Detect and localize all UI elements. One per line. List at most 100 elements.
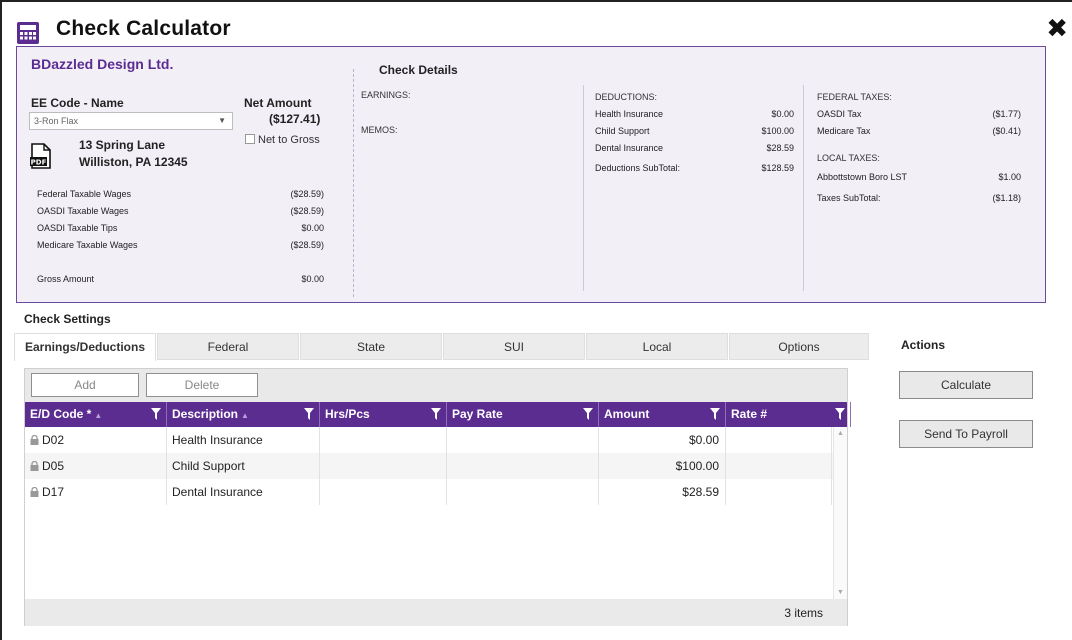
check-calculator-window: Check Calculator ✖ BDazzled Design Ltd. …: [0, 0, 1072, 640]
column-divider: [803, 85, 804, 291]
column-header-pay-rate[interactable]: Pay Rate: [447, 402, 599, 427]
cell-ed-code: D05: [25, 453, 167, 479]
local-tax-label: Abbottstown Boro LST: [817, 172, 908, 182]
wage-row: OASDI Taxable Wages ($28.59): [37, 204, 324, 221]
table-row[interactable]: D02 Health Insurance $0.00: [25, 427, 847, 453]
wage-row: Federal Taxable Wages ($28.59): [37, 187, 324, 204]
federal-tax-row: Medicare Tax ($0.41): [817, 124, 1021, 141]
taxable-wages-list: Federal Taxable Wages ($28.59) OASDI Taxa…: [37, 187, 324, 289]
filter-icon[interactable]: [151, 408, 161, 420]
svg-text:PDF: PDF: [31, 159, 47, 167]
filter-icon[interactable]: [304, 408, 314, 420]
ed-code-value: D02: [42, 433, 65, 447]
tab-state[interactable]: State: [300, 333, 442, 360]
cell-rate-no: [726, 453, 832, 479]
federal-tax-label: Medicare Tax: [817, 126, 871, 136]
panel-divider: [353, 69, 354, 297]
wage-row: Medicare Taxable Wages ($28.59): [37, 238, 324, 255]
column-header-label: Amount: [604, 407, 650, 421]
table-row[interactable]: D05 Child Support $100.00: [25, 453, 847, 479]
filter-icon[interactable]: [583, 408, 593, 420]
deductions-block: DEDUCTIONS: Health Insurance $0.00 Child …: [595, 90, 794, 178]
cell-amount: $100.00: [599, 453, 726, 479]
tab-earnings-deductions[interactable]: Earnings/Deductions: [14, 333, 156, 361]
net-to-gross-checkbox-row: Net to Gross: [245, 130, 325, 151]
local-tax-row: Abbottstown Boro LST $1.00: [817, 170, 1021, 187]
column-header-hrs-pcs[interactable]: Hrs/Pcs: [320, 402, 447, 427]
tab-options[interactable]: Options: [729, 333, 869, 360]
column-header-amount[interactable]: Amount: [599, 402, 726, 427]
ee-selected-value: 3-Ron Flax: [34, 116, 79, 126]
scroll-up-icon[interactable]: ▲: [837, 430, 844, 437]
deduction-row: Child Support $100.00: [595, 124, 794, 141]
earnings-deductions-grid: Add Delete E/D Code * ▲ Description ▲ Hrs/…: [24, 368, 851, 626]
column-header-description[interactable]: Description ▲: [167, 402, 320, 427]
wage-label: Medicare Taxable Wages: [37, 240, 138, 250]
deduction-label: Health Insurance: [595, 109, 664, 119]
tab-sui[interactable]: SUI: [443, 333, 585, 360]
lock-icon: [30, 435, 39, 445]
deduction-row: Dental Insurance $28.59: [595, 141, 794, 158]
employee-address: 13 Spring Lane Williston, PA 12345: [79, 137, 188, 171]
calculator-icon: [17, 22, 39, 44]
address-line2: Williston, PA 12345: [79, 155, 188, 169]
deduction-value: $28.59: [766, 143, 794, 153]
tab-federal[interactable]: Federal: [157, 333, 299, 360]
lock-icon: [30, 461, 39, 471]
item-count: 3 items: [784, 606, 823, 620]
ee-select-dropdown[interactable]: 3-Ron Flax ▼: [29, 112, 233, 130]
federal-tax-value: ($1.77): [992, 109, 1021, 119]
deductions-subtotal-value: $128.59: [761, 163, 794, 173]
table-row[interactable]: D17 Dental Insurance $28.59: [25, 479, 847, 505]
add-button[interactable]: Add: [31, 373, 139, 397]
wage-value: $0.00: [301, 223, 324, 233]
deductions-heading: DEDUCTIONS:: [595, 92, 658, 102]
net-amount-value: ($127.41): [269, 112, 321, 126]
column-header-rate-no[interactable]: Rate #: [726, 402, 851, 427]
local-taxes-heading: LOCAL TAXES:: [817, 153, 880, 163]
earnings-label: EARNINGS:: [361, 90, 411, 100]
cell-ed-code: D02: [25, 427, 167, 453]
delete-button[interactable]: Delete: [146, 373, 258, 397]
send-to-payroll-button[interactable]: Send To Payroll: [899, 420, 1033, 448]
grid-footer: 3 items: [25, 599, 847, 626]
local-tax-value: $1.00: [998, 172, 1021, 182]
column-header-label: Hrs/Pcs: [325, 407, 370, 421]
wage-value: ($28.59): [290, 240, 324, 250]
deductions-subtotal-row: Deductions SubTotal: $128.59: [595, 161, 794, 178]
cell-pay-rate: [447, 427, 599, 453]
deduction-row: Health Insurance $0.00: [595, 107, 794, 124]
federal-tax-label: OASDI Tax: [817, 109, 862, 119]
deduction-value: $0.00: [771, 109, 794, 119]
net-amount-label: Net Amount: [244, 96, 312, 110]
column-header-ed-code[interactable]: E/D Code * ▲: [25, 402, 167, 427]
actions-label: Actions: [901, 338, 946, 352]
grid-header: E/D Code * ▲ Description ▲ Hrs/Pcs Pay Rat…: [25, 402, 851, 427]
grid-scrollbar[interactable]: ▲ ▼: [833, 427, 847, 599]
gross-value: $0.00: [301, 274, 324, 284]
scroll-down-icon[interactable]: ▼: [837, 589, 844, 596]
net-to-gross-checkbox[interactable]: [245, 134, 255, 144]
pdf-icon[interactable]: PDF: [30, 143, 52, 169]
gross-label: Gross Amount: [37, 274, 95, 284]
federal-tax-value: ($0.41): [992, 126, 1021, 136]
memos-label: MEMOS:: [361, 125, 398, 135]
wage-label: OASDI Taxable Wages: [37, 206, 129, 216]
check-settings-title: Check Settings: [24, 312, 111, 326]
tab-local[interactable]: Local: [586, 333, 728, 360]
filter-icon[interactable]: [431, 408, 441, 420]
cell-ed-code: D17: [25, 479, 167, 505]
column-header-label: Description: [172, 407, 239, 421]
close-icon[interactable]: ✖: [1046, 15, 1068, 41]
cell-description: Health Insurance: [167, 427, 320, 453]
calculate-button[interactable]: Calculate: [899, 371, 1033, 399]
cell-rate-no: [726, 479, 832, 505]
deduction-label: Child Support: [595, 126, 650, 136]
sort-icon: ▲: [241, 411, 249, 420]
sort-icon: ▲: [94, 411, 103, 420]
filter-icon[interactable]: [835, 408, 845, 420]
check-summary-panel: BDazzled Design Ltd. EE Code - Name 3-Ro…: [16, 46, 1046, 303]
check-details-title: Check Details: [379, 63, 458, 77]
filter-icon[interactable]: [710, 408, 720, 420]
deductions-subtotal-label: Deductions SubTotal:: [595, 163, 681, 173]
